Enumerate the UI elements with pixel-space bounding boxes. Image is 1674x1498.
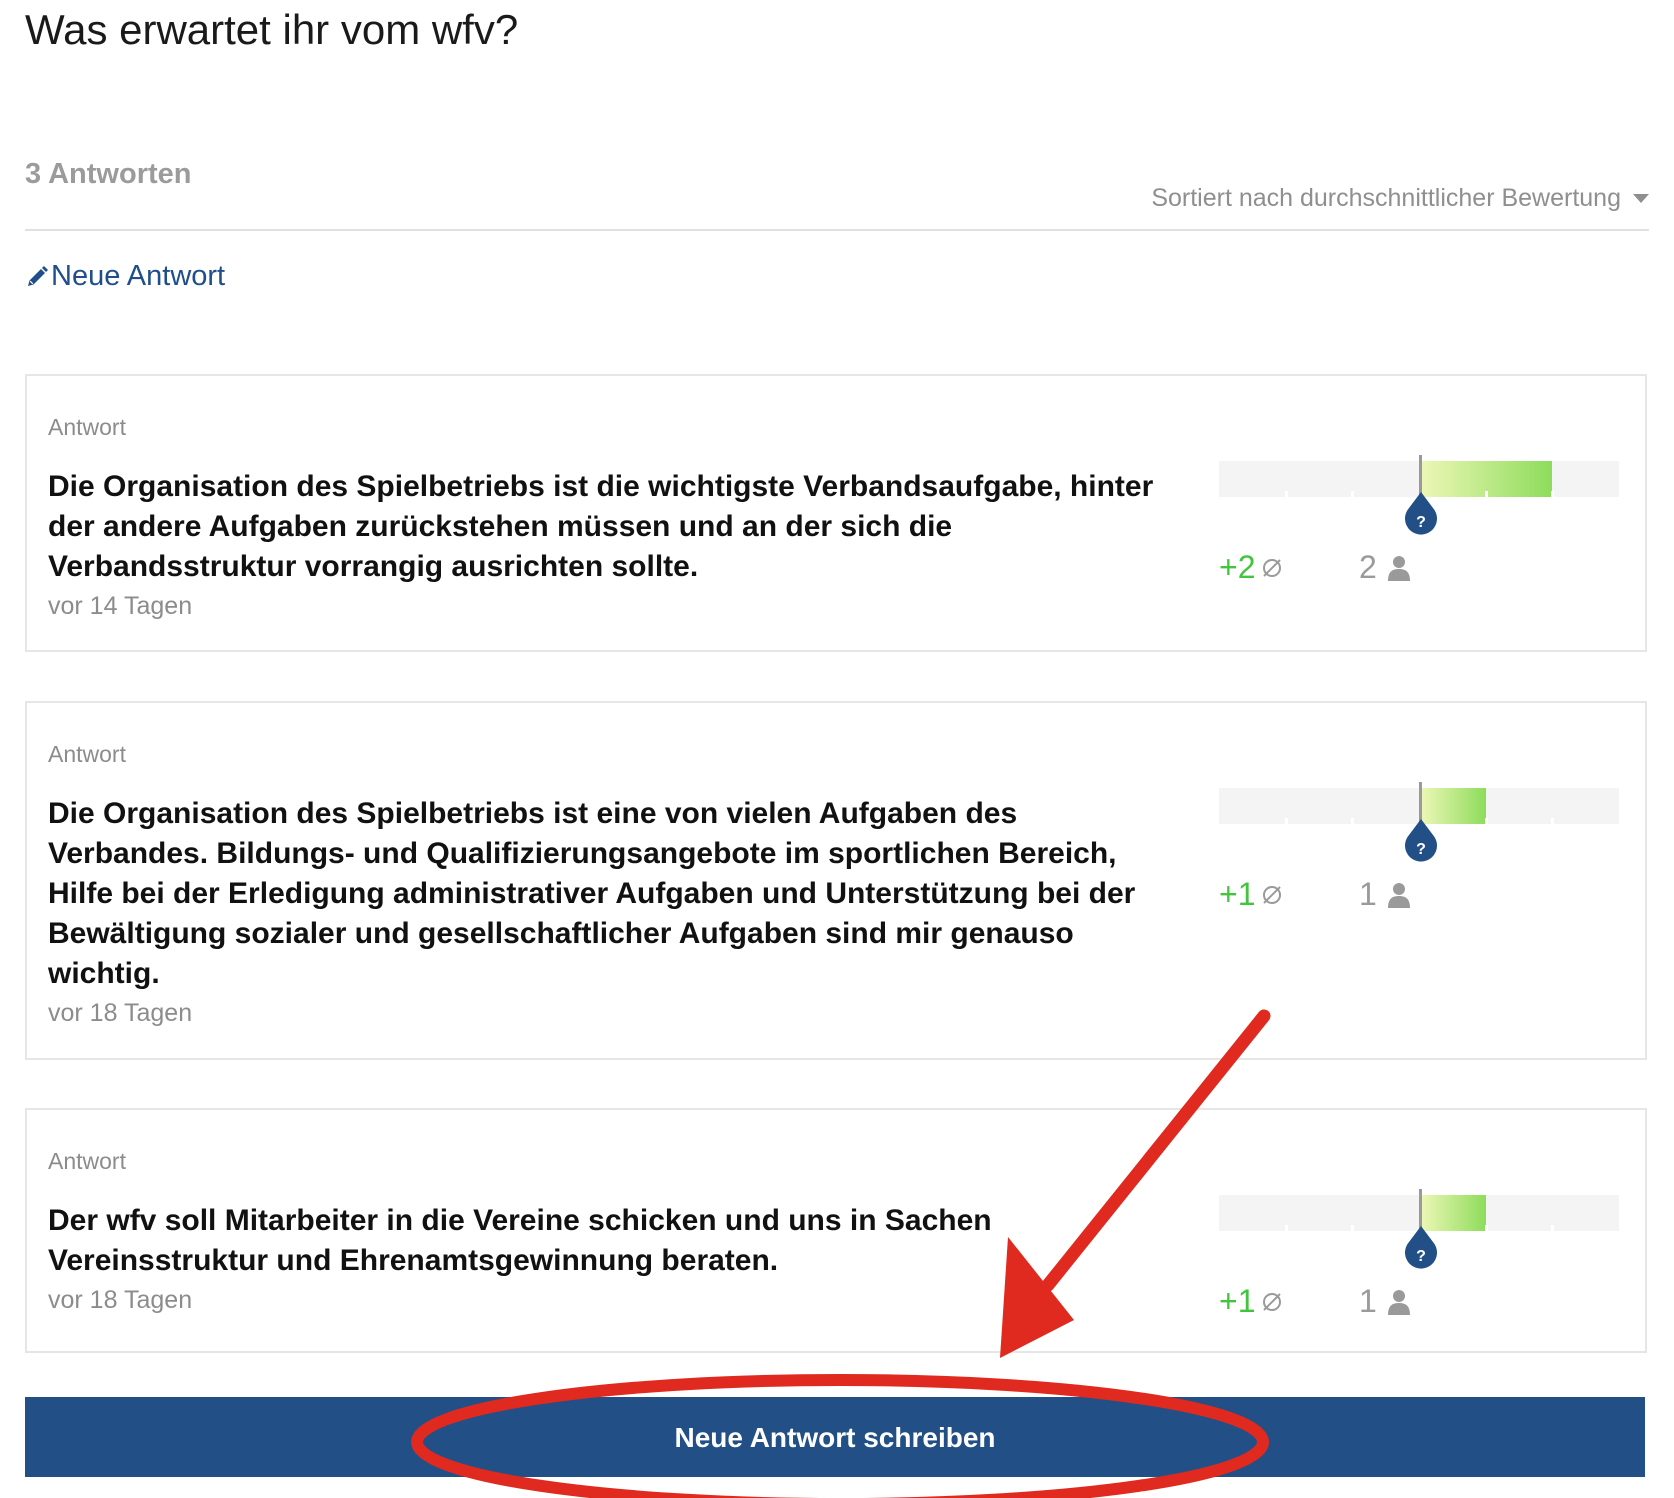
new-answer-label: Neue Antwort <box>51 260 226 292</box>
rating-tick <box>1551 491 1554 497</box>
rating-tick <box>1285 818 1288 824</box>
voter-count: 2 <box>1359 549 1411 586</box>
rating-tick <box>1351 491 1354 497</box>
average-rating: +1 <box>1219 876 1283 913</box>
person-icon <box>1387 555 1410 581</box>
answer-label: Antwort <box>48 1148 126 1174</box>
write-new-answer-button[interactable]: Neue Antwort schreiben <box>25 1397 1645 1477</box>
pencil-icon <box>28 265 48 286</box>
page-title: Was erwartet ihr vom wfv? <box>25 6 519 53</box>
answers-page: Was erwartet ihr vom wfv? 3 Antworten So… <box>0 0 1674 1498</box>
answer-text: Die Organisation des Spielbetriebs ist d… <box>48 470 1154 583</box>
average-icon <box>1263 1292 1282 1311</box>
divider <box>25 229 1649 231</box>
rating-marker-symbol: ? <box>1416 1248 1426 1265</box>
voter-value: 2 <box>1359 549 1377 585</box>
rating-tick <box>1485 1225 1488 1231</box>
rating-tick <box>1551 1225 1554 1231</box>
rating-marker-icon[interactable]: ? <box>1401 492 1441 542</box>
voter-count: 1 <box>1359 876 1411 913</box>
rating-widget: ? +1 1 <box>1219 1189 1619 1335</box>
rating-tick <box>1285 1225 1288 1231</box>
answer-card: Antwort Der wfv soll Mitarbeiter in die … <box>25 1108 1647 1353</box>
answer-card: Antwort Die Organisation des Spielbetrie… <box>25 374 1647 652</box>
answer-card: Antwort Die Organisation des Spielbetrie… <box>25 701 1647 1060</box>
average-rating: +2 <box>1219 549 1283 586</box>
answer-date: vor 18 Tagen <box>48 999 193 1027</box>
answer-text: Der wfv soll Mitarbeiter in die Vereine … <box>48 1204 992 1277</box>
answer-label: Antwort <box>48 414 126 440</box>
new-answer-link[interactable]: Neue Antwort <box>25 260 225 293</box>
rating-tick <box>1485 818 1488 824</box>
person-icon <box>1387 1289 1410 1315</box>
answer-count: 3 Antworten <box>25 158 192 190</box>
voter-count: 1 <box>1359 1283 1411 1320</box>
voter-value: 1 <box>1359 1283 1377 1319</box>
rating-marker-symbol: ? <box>1416 841 1426 858</box>
average-value: +1 <box>1219 1283 1256 1319</box>
person-icon <box>1387 882 1410 908</box>
answer-date: vor 14 Tagen <box>48 592 193 620</box>
average-icon <box>1263 558 1282 577</box>
answer-text: Die Organisation des Spielbetriebs ist e… <box>48 797 1136 990</box>
rating-tick <box>1351 818 1354 824</box>
rating-marker-symbol: ? <box>1416 514 1426 531</box>
average-value: +2 <box>1219 549 1256 585</box>
average-icon <box>1263 885 1282 904</box>
average-value: +1 <box>1219 876 1256 912</box>
voter-value: 1 <box>1359 876 1377 912</box>
rating-marker-icon[interactable]: ? <box>1401 819 1441 869</box>
average-rating: +1 <box>1219 1283 1283 1320</box>
rating-tick <box>1285 491 1288 497</box>
rating-widget: ? +2 2 <box>1219 455 1619 601</box>
sort-dropdown[interactable]: Sortiert nach durchschnittlicher Bewertu… <box>1151 184 1649 213</box>
sort-label: Sortiert nach durchschnittlicher Bewertu… <box>1151 184 1621 212</box>
rating-tick <box>1351 1225 1354 1231</box>
rating-marker-icon[interactable]: ? <box>1401 1226 1441 1276</box>
answer-label: Antwort <box>48 741 126 767</box>
rating-widget: ? +1 1 <box>1219 782 1619 928</box>
rating-tick <box>1551 818 1554 824</box>
rating-tick <box>1485 491 1488 497</box>
answer-date: vor 18 Tagen <box>48 1286 193 1314</box>
caret-down-icon <box>1633 194 1649 203</box>
